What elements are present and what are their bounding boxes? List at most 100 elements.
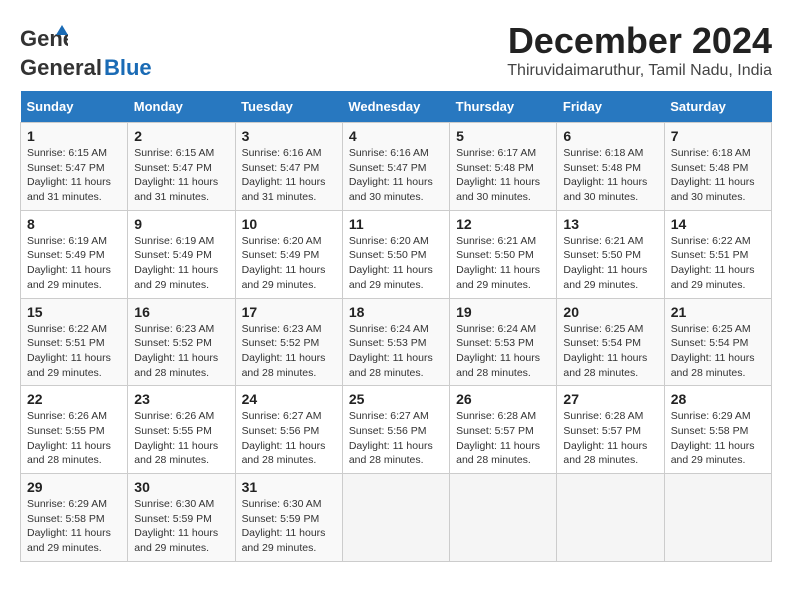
day-info: Sunrise: 6:16 AM Sunset: 5:47 PM Dayligh…	[242, 146, 336, 205]
day-number: 7	[671, 128, 765, 144]
calendar-day-cell: 19 Sunrise: 6:24 AM Sunset: 5:53 PM Dayli…	[450, 298, 557, 386]
day-info: Sunrise: 6:17 AM Sunset: 5:48 PM Dayligh…	[456, 146, 550, 205]
day-number: 9	[134, 216, 228, 232]
day-number: 26	[456, 391, 550, 407]
day-number: 27	[563, 391, 657, 407]
calendar-day-cell	[664, 474, 771, 562]
day-info: Sunrise: 6:23 AM Sunset: 5:52 PM Dayligh…	[242, 322, 336, 381]
page-header: General General Blue December 2024 Thiru…	[20, 20, 772, 81]
calendar-day-cell: 17 Sunrise: 6:23 AM Sunset: 5:52 PM Dayli…	[235, 298, 342, 386]
day-number: 23	[134, 391, 228, 407]
day-number: 13	[563, 216, 657, 232]
calendar-week-row: 1 Sunrise: 6:15 AM Sunset: 5:47 PM Daylig…	[21, 123, 772, 211]
header-wednesday: Wednesday	[342, 91, 449, 123]
location-text: Thiruvidaimaruthur, Tamil Nadu, India	[507, 62, 772, 80]
day-info: Sunrise: 6:19 AM Sunset: 5:49 PM Dayligh…	[27, 234, 121, 293]
day-info: Sunrise: 6:26 AM Sunset: 5:55 PM Dayligh…	[27, 409, 121, 468]
calendar-day-cell: 12 Sunrise: 6:21 AM Sunset: 5:50 PM Dayli…	[450, 210, 557, 298]
day-info: Sunrise: 6:25 AM Sunset: 5:54 PM Dayligh…	[671, 322, 765, 381]
day-info: Sunrise: 6:15 AM Sunset: 5:47 PM Dayligh…	[134, 146, 228, 205]
calendar-day-cell: 24 Sunrise: 6:27 AM Sunset: 5:56 PM Dayli…	[235, 386, 342, 474]
calendar-day-cell: 28 Sunrise: 6:29 AM Sunset: 5:58 PM Dayli…	[664, 386, 771, 474]
calendar-day-cell: 4 Sunrise: 6:16 AM Sunset: 5:47 PM Daylig…	[342, 123, 449, 211]
day-number: 18	[349, 304, 443, 320]
day-info: Sunrise: 6:29 AM Sunset: 5:58 PM Dayligh…	[671, 409, 765, 468]
calendar-day-cell: 31 Sunrise: 6:30 AM Sunset: 5:59 PM Dayli…	[235, 474, 342, 562]
calendar-day-cell: 9Sunrise: 6:19 AM Sunset: 5:49 PM Daylig…	[128, 210, 235, 298]
calendar-day-cell	[450, 474, 557, 562]
header-thursday: Thursday	[450, 91, 557, 123]
calendar-week-row: 8 Sunrise: 6:19 AM Sunset: 5:49 PM Daylig…	[21, 210, 772, 298]
calendar-day-cell: 5 Sunrise: 6:17 AM Sunset: 5:48 PM Daylig…	[450, 123, 557, 211]
logo-general-text: General	[20, 55, 102, 81]
day-number: 16	[134, 304, 228, 320]
calendar-day-cell: 27Sunrise: 6:28 AM Sunset: 5:57 PM Dayli…	[557, 386, 664, 474]
day-number: 5	[456, 128, 550, 144]
day-number: 11	[349, 216, 443, 232]
day-number: 10	[242, 216, 336, 232]
calendar-day-cell: 7 Sunrise: 6:18 AM Sunset: 5:48 PM Daylig…	[664, 123, 771, 211]
day-info: Sunrise: 6:24 AM Sunset: 5:53 PM Dayligh…	[456, 322, 550, 381]
calendar-day-cell: 21Sunrise: 6:25 AM Sunset: 5:54 PM Dayli…	[664, 298, 771, 386]
calendar-week-row: 22Sunrise: 6:26 AM Sunset: 5:55 PM Dayli…	[21, 386, 772, 474]
day-info: Sunrise: 6:20 AM Sunset: 5:50 PM Dayligh…	[349, 234, 443, 293]
calendar-week-row: 15Sunrise: 6:22 AM Sunset: 5:51 PM Dayli…	[21, 298, 772, 386]
day-number: 3	[242, 128, 336, 144]
calendar-day-cell	[342, 474, 449, 562]
day-info: Sunrise: 6:28 AM Sunset: 5:57 PM Dayligh…	[456, 409, 550, 468]
day-number: 12	[456, 216, 550, 232]
calendar-day-cell: 14Sunrise: 6:22 AM Sunset: 5:51 PM Dayli…	[664, 210, 771, 298]
day-number: 25	[349, 391, 443, 407]
day-info: Sunrise: 6:18 AM Sunset: 5:48 PM Dayligh…	[671, 146, 765, 205]
calendar-day-cell: 15Sunrise: 6:22 AM Sunset: 5:51 PM Dayli…	[21, 298, 128, 386]
header-sunday: Sunday	[21, 91, 128, 123]
day-info: Sunrise: 6:23 AM Sunset: 5:52 PM Dayligh…	[134, 322, 228, 381]
day-number: 20	[563, 304, 657, 320]
day-info: Sunrise: 6:30 AM Sunset: 5:59 PM Dayligh…	[134, 497, 228, 556]
logo-blue-text: Blue	[104, 55, 152, 81]
day-number: 2	[134, 128, 228, 144]
day-info: Sunrise: 6:24 AM Sunset: 5:53 PM Dayligh…	[349, 322, 443, 381]
day-info: Sunrise: 6:27 AM Sunset: 5:56 PM Dayligh…	[242, 409, 336, 468]
day-info: Sunrise: 6:15 AM Sunset: 5:47 PM Dayligh…	[27, 146, 121, 205]
calendar-day-cell	[557, 474, 664, 562]
day-info: Sunrise: 6:18 AM Sunset: 5:48 PM Dayligh…	[563, 146, 657, 205]
day-number: 15	[27, 304, 121, 320]
day-number: 17	[242, 304, 336, 320]
day-info: Sunrise: 6:30 AM Sunset: 5:59 PM Dayligh…	[242, 497, 336, 556]
day-info: Sunrise: 6:16 AM Sunset: 5:47 PM Dayligh…	[349, 146, 443, 205]
day-info: Sunrise: 6:29 AM Sunset: 5:58 PM Dayligh…	[27, 497, 121, 556]
day-number: 31	[242, 479, 336, 495]
header-tuesday: Tuesday	[235, 91, 342, 123]
header-friday: Friday	[557, 91, 664, 123]
day-number: 29	[27, 479, 121, 495]
calendar-day-cell: 10 Sunrise: 6:20 AM Sunset: 5:49 PM Dayli…	[235, 210, 342, 298]
calendar-day-cell: 30 Sunrise: 6:30 AM Sunset: 5:59 PM Dayli…	[128, 474, 235, 562]
calendar-day-cell: 13Sunrise: 6:21 AM Sunset: 5:50 PM Dayli…	[557, 210, 664, 298]
calendar-day-cell: 3 Sunrise: 6:16 AM Sunset: 5:47 PM Daylig…	[235, 123, 342, 211]
calendar-day-cell: 16 Sunrise: 6:23 AM Sunset: 5:52 PM Dayli…	[128, 298, 235, 386]
day-info: Sunrise: 6:21 AM Sunset: 5:50 PM Dayligh…	[456, 234, 550, 293]
day-number: 30	[134, 479, 228, 495]
calendar-day-cell: 11 Sunrise: 6:20 AM Sunset: 5:50 PM Dayli…	[342, 210, 449, 298]
calendar-week-row: 29 Sunrise: 6:29 AM Sunset: 5:58 PM Dayli…	[21, 474, 772, 562]
calendar-day-cell: 22Sunrise: 6:26 AM Sunset: 5:55 PM Dayli…	[21, 386, 128, 474]
day-number: 1	[27, 128, 121, 144]
calendar-day-cell: 2 Sunrise: 6:15 AM Sunset: 5:47 PM Daylig…	[128, 123, 235, 211]
month-title: December 2024	[507, 20, 772, 62]
day-info: Sunrise: 6:27 AM Sunset: 5:56 PM Dayligh…	[349, 409, 443, 468]
calendar-table: Sunday Monday Tuesday Wednesday Thursday…	[20, 91, 772, 562]
logo: General General Blue	[20, 20, 152, 81]
day-number: 19	[456, 304, 550, 320]
day-number: 28	[671, 391, 765, 407]
calendar-day-cell: 29 Sunrise: 6:29 AM Sunset: 5:58 PM Dayli…	[21, 474, 128, 562]
day-number: 14	[671, 216, 765, 232]
calendar-day-cell: 20Sunrise: 6:25 AM Sunset: 5:54 PM Dayli…	[557, 298, 664, 386]
header-monday: Monday	[128, 91, 235, 123]
day-number: 24	[242, 391, 336, 407]
calendar-day-cell: 1 Sunrise: 6:15 AM Sunset: 5:47 PM Daylig…	[21, 123, 128, 211]
day-number: 4	[349, 128, 443, 144]
day-number: 8	[27, 216, 121, 232]
calendar-day-cell: 25 Sunrise: 6:27 AM Sunset: 5:56 PM Dayli…	[342, 386, 449, 474]
day-info: Sunrise: 6:20 AM Sunset: 5:49 PM Dayligh…	[242, 234, 336, 293]
